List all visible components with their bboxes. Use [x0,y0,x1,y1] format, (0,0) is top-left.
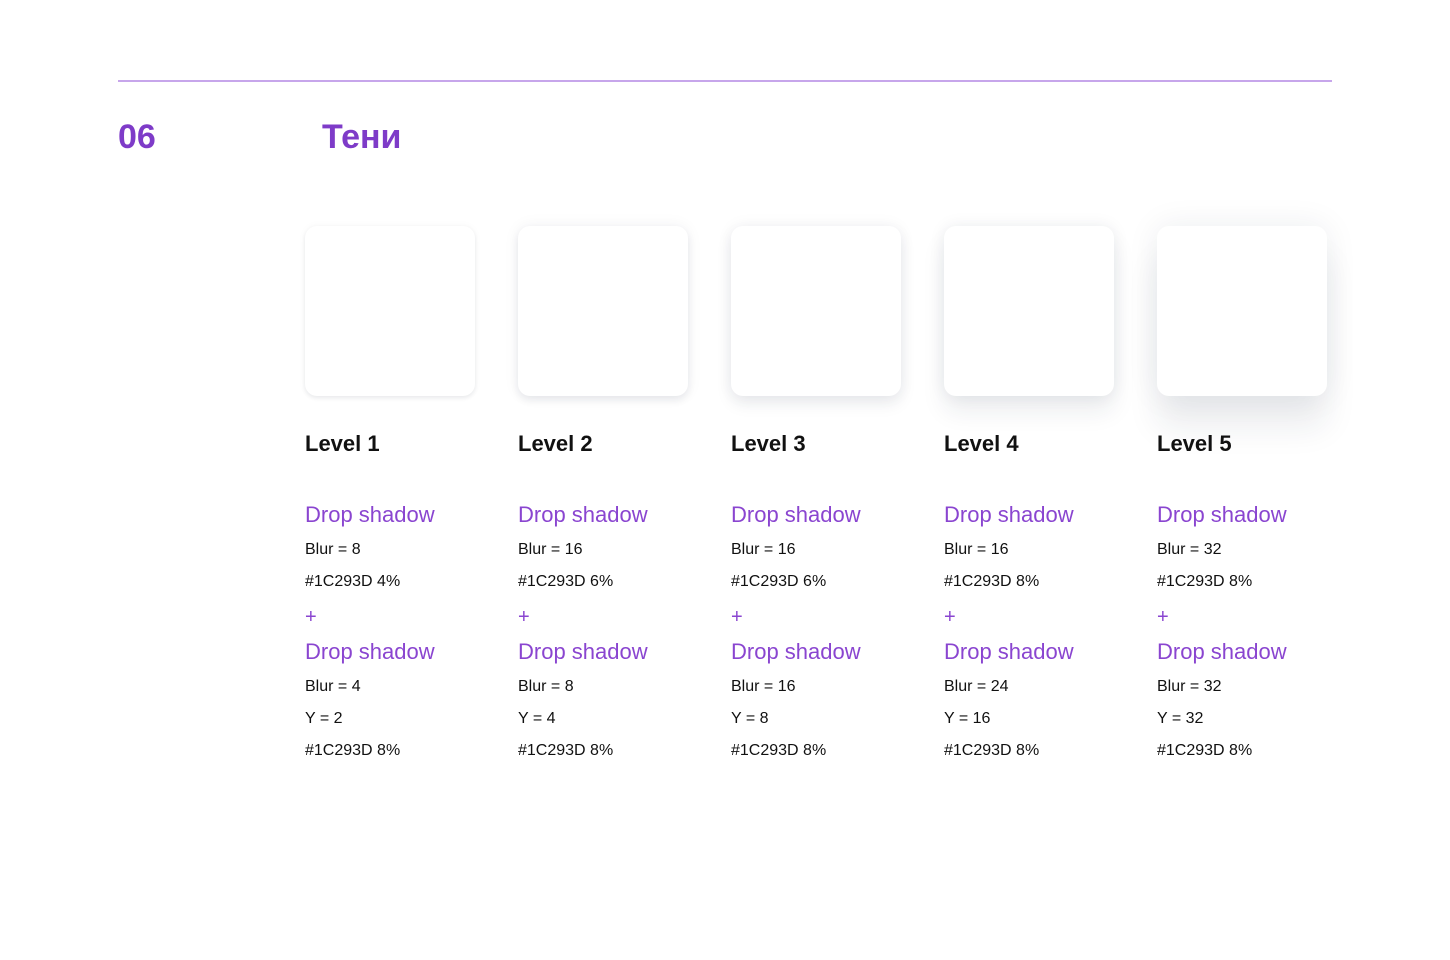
drop-shadow-heading: Drop shadow [305,502,435,527]
color-value: #1C293D 8% [1157,573,1253,590]
level-5-column: Level 5 Drop shadow Blur = 32 #1C293D 8%… [1157,226,1347,761]
plus-icon: + [731,606,743,628]
drop-shadow-heading: Drop shadow [944,639,1074,664]
drop-shadow-heading: Drop shadow [1157,639,1287,664]
color-value: #1C293D 8% [944,573,1040,590]
blur-value: Blur = 16 [731,541,796,558]
section-title: Тени [322,118,402,156]
color-value: #1C293D 4% [305,573,401,590]
plus-icon: + [518,606,530,628]
blur-value: Blur = 16 [944,541,1009,558]
level-title: Level 5 [1157,431,1232,456]
color-value: #1C293D 8% [944,742,1040,759]
blur-value: Blur = 24 [944,678,1009,695]
plus-icon: + [305,606,317,628]
color-value: #1C293D 8% [731,742,827,759]
drop-shadow-heading: Drop shadow [1157,502,1287,527]
level-3-column: Level 3 Drop shadow Blur = 16 #1C293D 6%… [731,226,921,761]
level-1-column: Level 1 Drop shadow Blur = 8 #1C293D 4% … [305,226,495,761]
drop-shadow-heading: Drop shadow [305,639,435,664]
color-value: #1C293D 6% [731,573,827,590]
level-title: Level 4 [944,431,1019,456]
blur-value: Blur = 8 [305,541,361,558]
page: 06 Тени Level 1 Drop shadow Blur = 8 #1C… [0,0,1450,960]
drop-shadow-heading: Drop shadow [731,502,861,527]
y-offset-value: Y = 16 [944,710,991,727]
y-offset-value: Y = 8 [731,710,769,727]
plus-icon: + [1157,606,1169,628]
plus-icon: + [944,606,956,628]
blur-value: Blur = 8 [518,678,574,695]
y-offset-value: Y = 2 [305,710,343,727]
level-2-shadow-sample [518,226,688,396]
blur-value: Blur = 16 [518,541,583,558]
top-divider [118,80,1332,82]
blur-value: Blur = 32 [1157,541,1222,558]
y-offset-value: Y = 32 [1157,710,1204,727]
level-1-shadow-sample [305,226,475,396]
color-value: #1C293D 8% [1157,742,1253,759]
level-title: Level 1 [305,431,380,456]
level-5-shadow-sample [1157,226,1327,396]
level-3-shadow-sample [731,226,901,396]
blur-value: Blur = 4 [305,678,361,695]
drop-shadow-heading: Drop shadow [731,639,861,664]
y-offset-value: Y = 4 [518,710,556,727]
color-value: #1C293D 8% [305,742,401,759]
level-2-column: Level 2 Drop shadow Blur = 16 #1C293D 6%… [518,226,708,761]
drop-shadow-heading: Drop shadow [518,502,648,527]
level-4-column: Level 4 Drop shadow Blur = 16 #1C293D 8%… [944,226,1134,761]
drop-shadow-heading: Drop shadow [944,502,1074,527]
drop-shadow-heading: Drop shadow [518,639,648,664]
blur-value: Blur = 16 [731,678,796,695]
shadow-levels: Level 1 Drop shadow Blur = 8 #1C293D 4% … [305,226,1335,826]
blur-value: Blur = 32 [1157,678,1222,695]
section-number: 06 [118,118,156,156]
level-title: Level 2 [518,431,593,456]
color-value: #1C293D 6% [518,573,614,590]
color-value: #1C293D 8% [518,742,614,759]
level-4-shadow-sample [944,226,1114,396]
level-title: Level 3 [731,431,806,456]
